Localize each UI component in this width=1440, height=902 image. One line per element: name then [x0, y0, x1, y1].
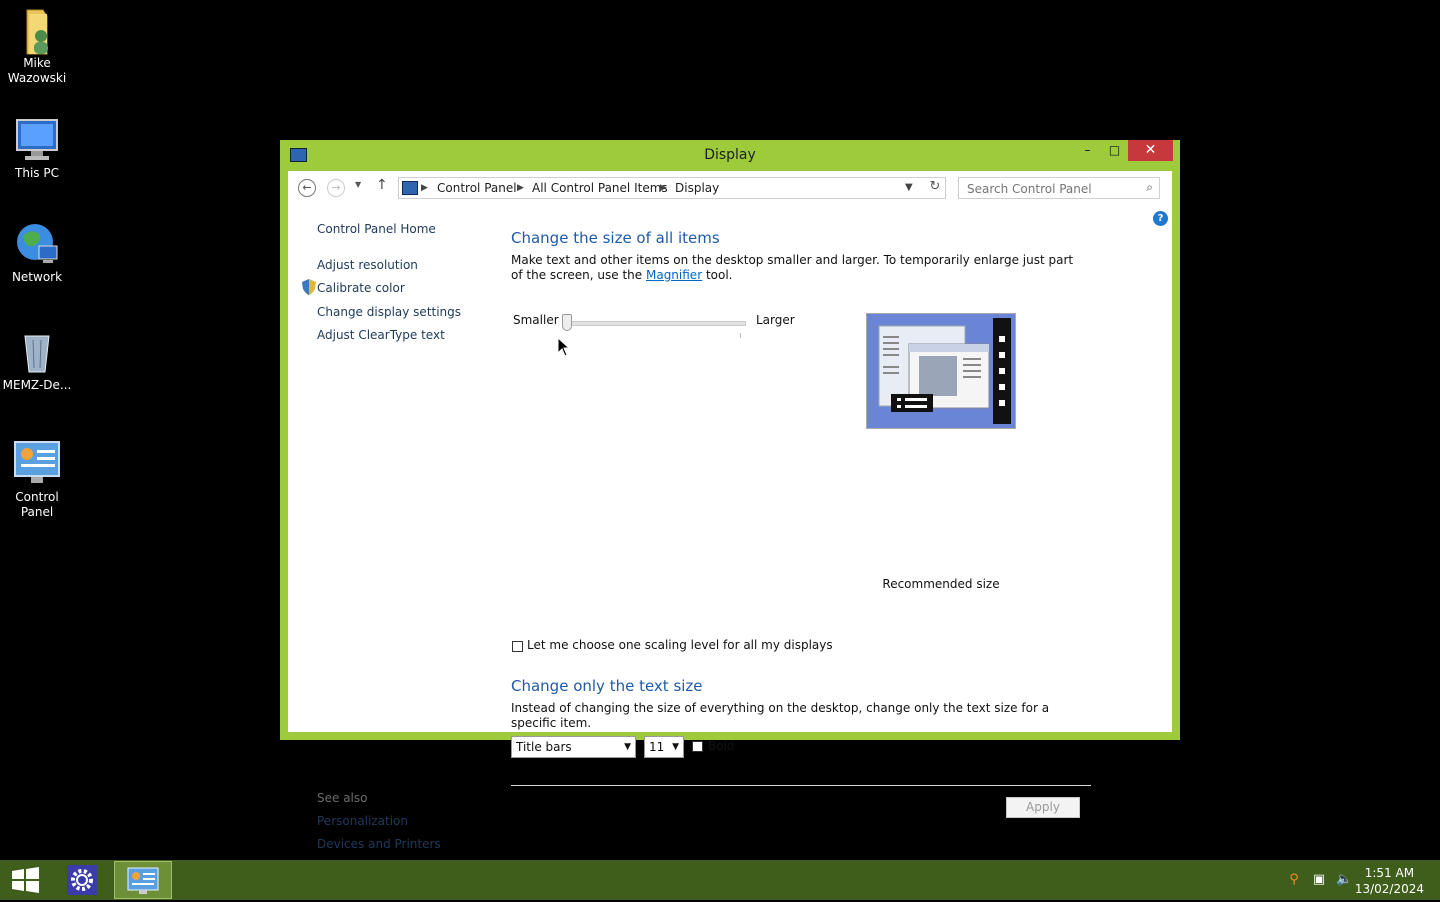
slider-smaller-label: Smaller	[513, 313, 559, 327]
computer-icon	[13, 116, 61, 164]
start-button[interactable]	[0, 861, 58, 899]
control-panel-icon	[127, 867, 159, 894]
change-size-heading: Change the size of all items	[511, 229, 720, 247]
window-title: Display	[704, 147, 756, 163]
breadcrumb-all-items[interactable]: All Control Panel Items	[532, 178, 668, 198]
breadcrumb-control-panel[interactable]: Control Panel	[437, 178, 517, 198]
address-dropdown-icon[interactable]: ▼	[905, 178, 913, 198]
desktop-icon-network[interactable]: Network	[0, 220, 74, 285]
gear-icon	[67, 865, 97, 895]
minimize-button[interactable]: –	[1074, 140, 1101, 161]
search-icon[interactable]: ⚲	[1286, 872, 1302, 888]
mouse-cursor-icon	[557, 337, 571, 357]
breadcrumb-separator-icon[interactable]: ▶	[421, 178, 428, 198]
back-icon[interactable]: ←	[298, 179, 316, 197]
forward-icon[interactable]: →	[327, 179, 345, 197]
font-size-value: 11	[649, 740, 665, 754]
font-size-select[interactable]: 11 ▼	[644, 736, 684, 758]
preview-caption: Recommended size	[882, 577, 1000, 591]
windows-logo-icon	[12, 867, 39, 893]
display-window: Display – □ ✕ ← → ▼ ↑ ▶ Control Panel ▶ …	[280, 140, 1180, 851]
close-button[interactable]: ✕	[1128, 140, 1173, 161]
help-icon[interactable]: ?	[1153, 211, 1168, 226]
control-panel-icon	[13, 440, 61, 488]
size-slider-track[interactable]	[562, 321, 746, 326]
magnifier-link[interactable]: Magnifier	[646, 268, 702, 282]
control-panel-home-link[interactable]: Control Panel Home	[317, 222, 436, 236]
desktop-icon-this-pc[interactable]: This PC	[0, 116, 74, 181]
user-folder-icon	[13, 6, 61, 55]
search-box[interactable]: ⌕	[958, 177, 1160, 199]
slider-tick	[740, 333, 741, 338]
desktop-icon-label: Mike Wazowski	[7, 56, 67, 85]
address-bar[interactable]: ▶ Control Panel ▶ All Control Panel Item…	[398, 177, 946, 199]
breadcrumb-separator-icon[interactable]: ▶	[660, 178, 667, 198]
devices-printers-link[interactable]: Devices and Printers	[317, 837, 441, 851]
scaling-checkbox[interactable]	[512, 641, 523, 652]
change-display-settings-link[interactable]: Change display settings	[317, 305, 461, 319]
chevron-down-icon: ▼	[672, 742, 679, 752]
item-select-value: Title bars	[516, 740, 572, 754]
change-text-size-heading: Change only the text size	[511, 677, 703, 695]
bold-checkbox[interactable]	[692, 741, 703, 752]
desktop-icon-control-panel[interactable]: Control Panel	[0, 440, 74, 520]
network-icon[interactable]: ▣	[1311, 872, 1327, 888]
change-size-description: Make text and other items on the desktop…	[511, 253, 1074, 282]
size-slider-thumb[interactable]	[562, 314, 572, 331]
up-arrow-icon[interactable]: ↑	[376, 177, 388, 193]
recent-locations-chevron-icon[interactable]: ▼	[355, 180, 361, 189]
personalization-link[interactable]: Personalization	[317, 814, 408, 828]
desktop-icon-mike-wazowski[interactable]: Mike Wazowski	[0, 6, 74, 86]
clock-time: 1:51 AM	[1364, 866, 1415, 880]
clock-date: 13/02/2024	[1354, 882, 1424, 896]
desktop-icon-label: Network	[11, 270, 63, 284]
system-clock[interactable]: 1:51 AM 13/02/2024	[1355, 865, 1424, 897]
calibrate-color-link[interactable]: Calibrate color	[295, 279, 405, 295]
title-bar[interactable]: Display – □ ✕	[280, 140, 1180, 170]
adjust-cleartype-link[interactable]: Adjust ClearType text	[317, 328, 445, 342]
slider-larger-label: Larger	[756, 313, 795, 327]
search-icon[interactable]: ⌕	[1146, 180, 1153, 195]
calibrate-color-label: Calibrate color	[317, 281, 405, 295]
size-preview-image	[866, 313, 1016, 429]
change-text-size-description: Instead of changing the size of everythi…	[511, 701, 1050, 730]
navigation-bar: ← → ▼ ↑ ▶ Control Panel ▶ All Control Pa…	[288, 171, 1172, 205]
chevron-down-icon: ▼	[624, 742, 631, 752]
see-also-title: See also	[317, 791, 368, 805]
refresh-icon[interactable]: ↻	[924, 177, 946, 199]
breadcrumb-display[interactable]: Display	[675, 178, 719, 198]
desktop-icon-label: Control Panel	[15, 490, 59, 519]
desktop-icon-label: MEMZ-De...	[2, 378, 72, 392]
maximize-button[interactable]: □	[1101, 140, 1128, 161]
breadcrumb-separator-icon[interactable]: ▶	[517, 178, 524, 198]
uac-shield-icon	[302, 279, 316, 295]
adjust-resolution-link[interactable]: Adjust resolution	[317, 258, 418, 272]
search-input[interactable]	[965, 179, 1139, 199]
volume-muted-icon[interactable]: 🔈	[1336, 872, 1352, 888]
desktop-icon-label: This PC	[15, 166, 59, 180]
network-globe-icon	[13, 220, 61, 268]
scaling-checkbox-label[interactable]: Let me choose one scaling level for all …	[527, 638, 833, 652]
recycle-bin-icon	[13, 328, 61, 376]
control-panel-small-icon	[402, 181, 418, 195]
desktop-icon-memz[interactable]: MEMZ-De...	[0, 328, 74, 393]
bold-label[interactable]: Bold	[708, 739, 735, 753]
divider	[511, 785, 1091, 786]
apply-button[interactable]: Apply	[1006, 797, 1080, 818]
taskbar-control-panel-button[interactable]	[114, 861, 172, 899]
item-select[interactable]: Title bars ▼	[511, 736, 636, 758]
taskbar: ⚲ ▣ 🔈 1:51 AM 13/02/2024	[0, 860, 1440, 900]
content-pane: ? Control Panel Home Adjust resolution C…	[288, 205, 1172, 851]
taskbar-settings-button[interactable]	[56, 861, 114, 899]
